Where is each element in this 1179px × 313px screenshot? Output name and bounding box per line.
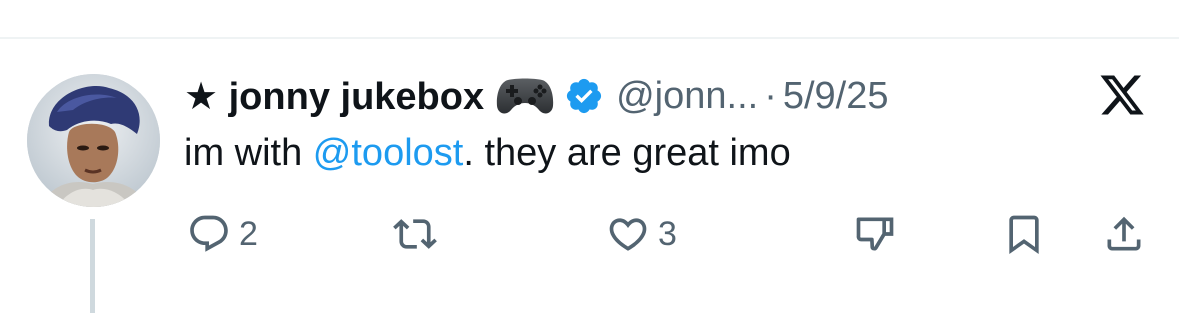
separator-dot: ·	[764, 74, 777, 117]
reply-count: 2	[239, 214, 258, 253]
avatar[interactable]	[27, 74, 160, 207]
x-logo-icon[interactable]	[1097, 71, 1147, 119]
tweet-header: ★ jonny jukebox @jonn... · 5/9/25	[184, 72, 889, 120]
bookmark-icon	[1009, 215, 1039, 255]
top-divider	[0, 37, 1179, 39]
mention-link[interactable]: @toolost	[313, 132, 464, 174]
tweet-text-after: . they are great imo	[463, 132, 791, 174]
avatar-image	[27, 74, 160, 207]
like-count: 3	[658, 214, 677, 253]
dislike-button[interactable]	[852, 212, 898, 256]
game-controller-icon	[496, 76, 554, 116]
thread-connector-line	[90, 219, 95, 313]
reply-button[interactable]: 2	[187, 212, 258, 256]
display-name[interactable]: ★ jonny jukebox	[184, 74, 484, 119]
like-icon	[609, 218, 647, 251]
dislike-icon	[856, 217, 894, 251]
share-icon	[1107, 216, 1141, 251]
reply-icon	[190, 215, 228, 252]
like-button[interactable]: 3	[606, 212, 677, 256]
user-handle[interactable]: @jonn...	[616, 75, 758, 118]
tweet-text: im with @toolost. they are great imo	[184, 132, 791, 175]
retweet-icon	[393, 219, 437, 249]
verified-badge-icon	[564, 76, 604, 116]
bookmark-button[interactable]	[1002, 212, 1046, 256]
retweet-button[interactable]	[392, 212, 438, 256]
share-button[interactable]	[1102, 212, 1146, 256]
tweet-text-before: im with	[184, 132, 313, 174]
tweet-date[interactable]: 5/9/25	[783, 75, 889, 118]
